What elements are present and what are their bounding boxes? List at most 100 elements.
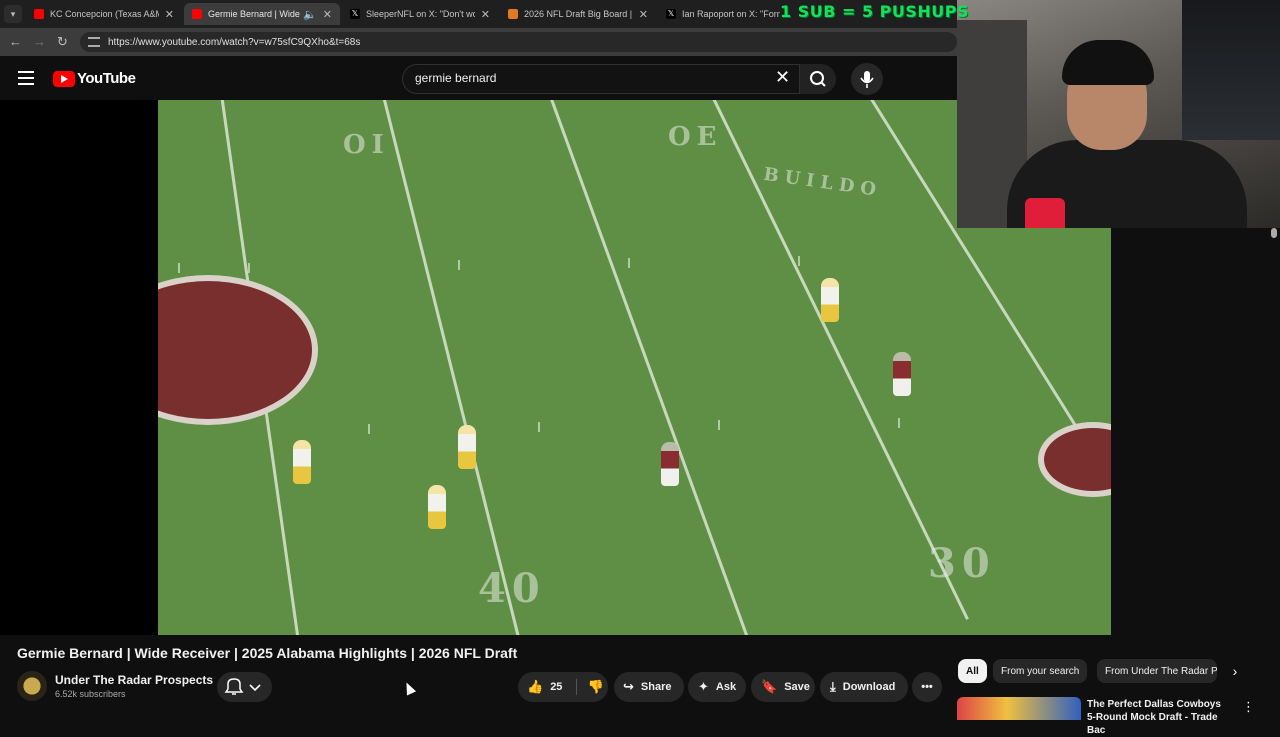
like-count[interactable]: 25	[550, 681, 562, 693]
thumbs-up-icon[interactable]: 👍	[527, 679, 543, 695]
share-button[interactable]: ↪ Share	[614, 672, 684, 702]
player-letterbox-right	[1111, 228, 1280, 635]
football-player	[893, 352, 911, 396]
forward-arrow-icon[interactable]: →	[33, 34, 46, 49]
tab-title: Germie Bernard | Wide Rece	[208, 9, 301, 19]
site-settings-icon[interactable]	[88, 37, 100, 47]
share-icon: ↪	[623, 679, 634, 694]
notification-bell-button[interactable]	[217, 672, 272, 702]
hash-mark	[458, 260, 460, 270]
url-field[interactable]: https://www.youtube.com/watch?v=w75sfC9Q…	[80, 32, 957, 52]
yard-line	[378, 100, 527, 635]
chevron-right-icon[interactable]: ›	[1225, 661, 1245, 681]
hash-mark	[368, 424, 370, 434]
page-scrollbar[interactable]	[1271, 228, 1277, 238]
microphone-icon	[860, 71, 874, 88]
ask-button[interactable]: ✦ Ask	[688, 672, 746, 702]
field-number: OI	[343, 130, 390, 160]
back-arrow-icon[interactable]: ←	[9, 34, 22, 49]
hash-mark	[538, 422, 540, 432]
sparkle-icon: ✦	[698, 679, 709, 694]
voice-search-button[interactable]	[851, 63, 883, 95]
bigboard-favicon-icon	[508, 9, 518, 19]
webcam-window	[1182, 0, 1280, 140]
hash-mark	[898, 418, 900, 428]
hash-mark	[178, 263, 180, 273]
bell-icon	[224, 678, 261, 695]
football-player	[821, 278, 839, 322]
bookmark-icon: 🔖	[761, 679, 778, 694]
youtube-logo[interactable]: YouTube	[53, 70, 136, 87]
save-button[interactable]: 🔖 Save	[751, 672, 815, 702]
football-player	[661, 442, 679, 486]
thumbs-down-icon[interactable]: 👎	[576, 679, 604, 695]
browser-tab[interactable]: 𝕏 Ian Rapoport on X: "Former	[658, 3, 788, 25]
chip-from-your-search[interactable]: From your search	[993, 659, 1088, 683]
youtube-favicon-icon	[34, 9, 44, 19]
more-vertical-icon[interactable]: ⋮	[1242, 699, 1255, 715]
share-label: Share	[640, 681, 672, 693]
download-button[interactable]: ⤓ Download	[820, 672, 908, 702]
chip-from-channel[interactable]: From Under The Radar P	[1097, 659, 1217, 683]
midfield-logo	[158, 275, 318, 425]
more-actions-button[interactable]: •••	[912, 672, 942, 702]
stream-overlay-text: 1 SUB = 5 PUSHUPS	[780, 2, 970, 21]
tab-title: 2026 NFL Draft Big Board | Tan	[524, 9, 633, 19]
download-icon: ⤓	[830, 679, 836, 694]
close-tab-icon[interactable]: ✕	[165, 8, 174, 21]
channel-name[interactable]: Under The Radar Prospects	[55, 673, 213, 687]
download-label: Download	[842, 681, 896, 693]
tab-title: Ian Rapoport on X: "Former	[682, 9, 780, 19]
tab-search-dropdown[interactable]: ▾	[4, 5, 22, 23]
speaker-icon[interactable]: 🔈	[303, 8, 317, 21]
hash-mark	[248, 263, 250, 273]
video-title: Germie Bernard | Wide Receiver | 2025 Al…	[17, 645, 518, 661]
football-player	[293, 440, 311, 484]
tab-title: SleeperNFL on X: "Don't worry	[366, 9, 475, 19]
x-favicon-icon: 𝕏	[350, 9, 360, 19]
football-player	[458, 425, 476, 469]
browser-tab[interactable]: 𝕏 SleeperNFL on X: "Don't worry ✕	[342, 3, 498, 25]
field-number: 30	[928, 540, 996, 587]
hash-mark	[718, 420, 720, 430]
search-box	[402, 64, 800, 94]
save-label: Save	[784, 681, 810, 693]
field-number: OE	[668, 122, 723, 152]
microphone-prop	[1025, 198, 1065, 228]
search-input[interactable]	[415, 71, 755, 85]
yard-line	[543, 100, 752, 635]
hamburger-menu-icon[interactable]	[18, 71, 34, 85]
chip-all[interactable]: All	[958, 659, 987, 683]
channel-avatar[interactable]	[17, 671, 47, 701]
close-tab-icon[interactable]: ✕	[639, 8, 648, 21]
youtube-wordmark: YouTube	[77, 70, 136, 87]
close-tab-icon[interactable]: ✕	[481, 8, 490, 21]
player-letterbox-left	[0, 100, 158, 635]
like-dislike-group: 👍 25 👎	[518, 672, 608, 702]
youtube-play-icon	[53, 70, 75, 87]
browser-tab[interactable]: KC Concepcion (Texas A&M) | I ✕	[26, 3, 182, 25]
hash-mark	[628, 258, 630, 268]
football-player	[428, 485, 446, 529]
subscriber-count: 6.52k subscribers	[55, 689, 126, 699]
youtube-header: YouTube ✕	[0, 58, 957, 100]
reload-icon[interactable]: ↻	[57, 34, 68, 50]
browser-tab[interactable]: 2026 NFL Draft Big Board | Tan ✕	[500, 3, 656, 25]
youtube-favicon-icon	[192, 9, 202, 19]
browser-tab-active[interactable]: Germie Bernard | Wide Rece 🔈 ✕	[184, 3, 340, 25]
hash-mark	[798, 256, 800, 266]
x-favicon-icon: 𝕏	[666, 9, 676, 19]
search-button[interactable]	[800, 64, 836, 94]
webcam-overlay	[957, 0, 1280, 228]
webcam-hair	[1062, 40, 1154, 85]
close-tab-icon[interactable]: ✕	[323, 8, 332, 21]
field-number: 40	[478, 565, 546, 612]
more-horizontal-icon: •••	[921, 681, 933, 693]
clear-search-icon[interactable]: ✕	[775, 68, 790, 86]
recommendation-thumbnail[interactable]	[957, 697, 1081, 720]
recommendation-title[interactable]: The Perfect Dallas Cowboys 5-Round Mock …	[1087, 698, 1227, 737]
search-icon	[810, 71, 826, 87]
field-logo	[1038, 422, 1111, 497]
mouse-cursor	[401, 680, 417, 696]
tab-title: KC Concepcion (Texas A&M) | I	[50, 9, 159, 19]
